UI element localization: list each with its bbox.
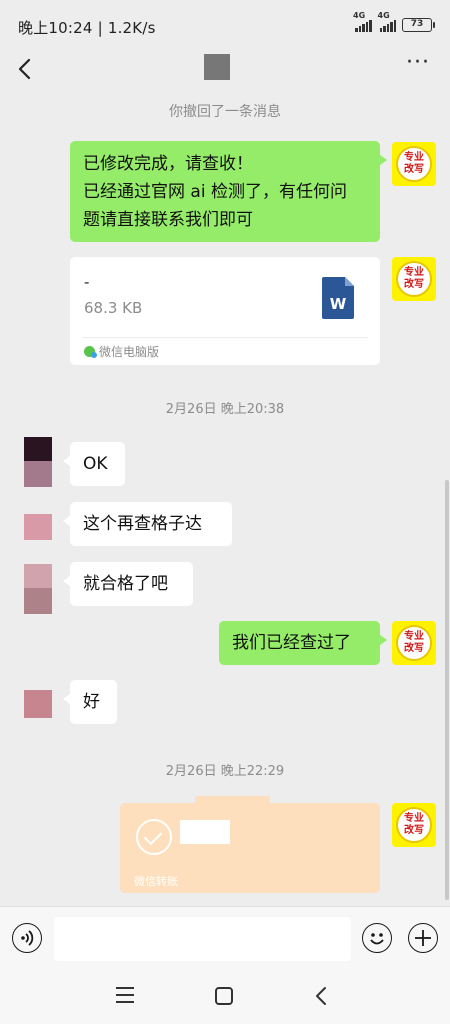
avatar-text: 专业 <box>404 631 424 642</box>
chat-header: ··· <box>0 50 450 90</box>
check-circle-icon <box>136 819 172 855</box>
emoji-icon <box>370 933 384 945</box>
other-avatar[interactable] <box>24 690 52 718</box>
recall-notice: 你撤回了一条消息 <box>169 104 281 120</box>
message-text: OK <box>83 454 108 474</box>
scrollbar[interactable] <box>445 480 449 900</box>
signal-icon: 4G <box>378 11 396 32</box>
message-text: 这个再查格子达 <box>83 514 202 534</box>
avatar-badge: 专业 改写 <box>396 807 432 843</box>
avatar-badge: 专业 改写 <box>396 261 432 297</box>
contact-avatar[interactable] <box>204 54 230 80</box>
menu-icon[interactable] <box>116 987 134 1003</box>
avatar-badge: 专业 改写 <box>396 625 432 661</box>
other-message-bubble[interactable]: 好 <box>63 680 117 724</box>
chevron-left-icon <box>18 58 31 80</box>
file-source-label: 微信电脑版 <box>99 345 160 359</box>
avatar-text: 改写 <box>404 643 424 654</box>
avatar-text: 专业 <box>404 813 424 824</box>
transfer-label: 微信转账 <box>134 875 178 888</box>
network-speed: | 1.2K/s <box>97 19 156 37</box>
message-line: 题请直接联系我们即可 <box>83 210 253 230</box>
word-icon-letter: W <box>330 295 347 313</box>
system-back-icon[interactable] <box>312 985 332 1007</box>
signal-icon: 4G <box>353 11 372 32</box>
file-message-card[interactable]: - 68.3 KB W 微信电脑版 <box>70 257 380 365</box>
plus-icon <box>415 930 431 946</box>
message-input[interactable] <box>54 917 351 961</box>
other-message-bubble[interactable]: 就合格了吧 <box>63 562 193 606</box>
voice-icon <box>21 930 34 946</box>
my-avatar[interactable]: 专业 改写 <box>392 257 436 301</box>
more-button[interactable]: ··· <box>406 52 430 80</box>
plus-button[interactable] <box>408 923 438 953</box>
word-icon: W <box>322 277 354 319</box>
my-avatar[interactable]: 专业 改写 <box>392 142 436 186</box>
transfer-amount <box>180 820 230 844</box>
other-avatar[interactable] <box>24 564 52 614</box>
avatar-text: 改写 <box>404 825 424 836</box>
file-source: 微信电脑版 <box>84 343 159 360</box>
home-icon[interactable] <box>215 987 233 1005</box>
message-text: 好 <box>83 692 100 712</box>
avatar-text: 改写 <box>404 279 424 290</box>
emoji-button[interactable] <box>362 923 392 953</box>
file-name: - <box>84 273 90 291</box>
file-size: 68.3 KB <box>84 299 143 317</box>
status-icons: 4G 4G 73 <box>353 11 435 32</box>
transfer-card[interactable]: 微信转账 <box>120 796 380 893</box>
my-avatar[interactable]: 专业 改写 <box>392 621 436 665</box>
message-text: 就合格了吧 <box>83 574 168 594</box>
avatar-text: 改写 <box>404 164 424 175</box>
system-nav-bar <box>0 970 450 1024</box>
message-line: 已修改完成，请查收！ <box>83 154 253 174</box>
other-avatar[interactable] <box>24 514 52 540</box>
other-avatar[interactable] <box>24 437 52 487</box>
avatar-text: 专业 <box>404 267 424 278</box>
other-message-bubble[interactable]: 这个再查格子达 <box>63 502 232 546</box>
other-message-bubble[interactable]: OK <box>63 442 125 486</box>
input-bar <box>0 906 450 970</box>
my-avatar[interactable]: 专业 改写 <box>392 803 436 847</box>
signal-label: 4G <box>377 11 390 20</box>
message-line: 已经通过官网 ai 检测了，有任何问 <box>83 182 347 202</box>
avatar-badge: 专业 改写 <box>396 146 432 182</box>
status-bar: 晚上10:24 | 1.2K/s 4G 4G 73 <box>0 0 450 50</box>
wechat-pc-icon <box>84 346 97 358</box>
signal-label: 4G <box>353 11 366 20</box>
status-time: 晚上10:24 | 1.2K/s <box>18 17 156 38</box>
avatar-text: 专业 <box>404 152 424 163</box>
my-message-bubble[interactable]: 已修改完成，请查收！ 已经通过官网 ai 检测了，有任何问 题请直接联系我们即可 <box>70 141 387 242</box>
message-text: 我们已经查过了 <box>232 633 351 653</box>
back-button[interactable] <box>14 56 38 82</box>
battery-icon: 73 <box>402 18 435 32</box>
timestamp: 2月26日 晚上22:29 <box>165 764 285 779</box>
divider <box>82 337 368 338</box>
my-message-bubble[interactable]: 我们已经查过了 <box>219 621 387 665</box>
voice-button[interactable] <box>12 923 42 953</box>
clock: 晚上10:24 <box>18 19 93 37</box>
timestamp: 2月26日 晚上20:38 <box>165 402 285 417</box>
